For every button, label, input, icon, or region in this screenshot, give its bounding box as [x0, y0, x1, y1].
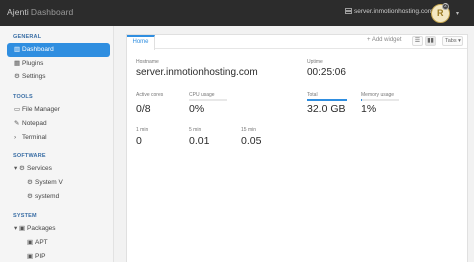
dashboard-panel: Home + Add widget ☰ ▮▮ Tabs ▾ Hostname s…: [126, 34, 468, 262]
folder-icon: ▭: [14, 106, 21, 113]
cpu-usage-bar: [189, 99, 227, 101]
hostname-value: server.inmotionhosting.com: [136, 67, 258, 78]
uptime-value: 00:25:06: [307, 67, 346, 78]
gear-icon: ⚙: [27, 179, 33, 186]
box-icon: ▣: [19, 225, 26, 232]
section-software: SOFTWARE: [13, 153, 46, 159]
top-bar: Ajenti Dashboard server.inmotionhosting.c…: [0, 0, 474, 26]
server-hostname-link[interactable]: server.inmotionhosting.com: [345, 8, 433, 15]
terminal-icon: ›: [14, 134, 17, 141]
load-1min-value: 0: [136, 135, 142, 147]
sidebar-item-packages[interactable]: ▾ ▣ Packages: [7, 222, 110, 236]
sidebar-item-label: APT: [35, 239, 48, 246]
memory-usage-label: Memory usage: [361, 92, 395, 98]
load-15min-label: 15 min: [241, 127, 257, 133]
total-bar: [307, 99, 347, 101]
section-tools: TOOLS: [13, 94, 33, 100]
sidebar-item-label: Terminal: [22, 134, 47, 141]
grid-view-icon[interactable]: ▮▮: [425, 36, 436, 46]
load-5min-value: 0.01: [189, 135, 210, 147]
app-brand[interactable]: Ajenti Dashboard: [7, 7, 73, 17]
sidebar-item-services[interactable]: ▾ ⚙ Services: [7, 162, 110, 176]
sidebar-item-notepad[interactable]: ✎ Notepad: [7, 117, 110, 131]
add-widget-button[interactable]: + Add widget: [367, 37, 402, 43]
load-1min-label: 1 min: [136, 127, 149, 133]
tabs-dropdown-label: Tabs: [445, 38, 457, 44]
sidebar-item-dashboard[interactable]: ▥ Dashboard: [7, 43, 110, 57]
active-cores-value: 0/8: [136, 103, 151, 115]
sidebar: GENERAL ▥ Dashboard ▦ Plugins ⚙ Settings TO…: [0, 26, 114, 262]
sidebar-item-label: Plugins: [22, 60, 44, 67]
plugins-icon: ▦: [14, 60, 21, 67]
section-general: GENERAL: [13, 34, 42, 40]
sidebar-item-pip[interactable]: ▣ PIP: [20, 250, 110, 262]
gear-icon: ⚙: [27, 193, 33, 200]
sidebar-item-apt[interactable]: ▣ APT: [20, 236, 110, 250]
sidebar-item-label: PIP: [35, 253, 46, 260]
hostname-label: Hostname: [136, 59, 159, 65]
cogs-icon: ⚙: [19, 165, 25, 172]
sidebar-item-terminal[interactable]: › Terminal: [7, 131, 110, 145]
total-bar-fill: [307, 99, 347, 101]
load-15min-value: 0.05: [241, 135, 262, 147]
sidebar-item-label: Packages: [27, 225, 56, 232]
memory-usage-bar: [361, 99, 399, 101]
memory-usage-value: 1%: [361, 103, 377, 115]
sidebar-item-label: systemd: [35, 193, 60, 200]
sidebar-item-system-v[interactable]: ⚙ System V: [20, 176, 110, 190]
avatar-letter: R: [437, 8, 444, 18]
section-system: SYSTEM: [13, 213, 37, 219]
sidebar-item-label: Settings: [22, 73, 46, 80]
server-icon: [345, 8, 352, 14]
chart-icon: ▥: [14, 46, 21, 53]
edit-icon: ✎: [14, 120, 20, 127]
brand-page: Dashboard: [30, 7, 74, 17]
total-label: Total: [307, 92, 318, 98]
box-icon: ▣: [27, 253, 34, 260]
sidebar-item-label: Dashboard: [22, 46, 54, 53]
sidebar-item-file-manager[interactable]: ▭ File Manager: [7, 103, 110, 117]
load-5min-label: 5 min: [189, 127, 202, 133]
uptime-label: Uptime: [307, 59, 323, 65]
cpu-usage-label: CPU usage: [189, 92, 215, 98]
chevron-down-icon[interactable]: ▾: [456, 10, 459, 17]
cpu-usage-value: 0%: [189, 103, 205, 115]
notification-badge[interactable]: 2: [442, 3, 449, 10]
sidebar-item-label: Services: [27, 165, 52, 172]
brand-name: Ajenti: [7, 7, 29, 17]
sidebar-item-settings[interactable]: ⚙ Settings: [7, 70, 110, 84]
tab-home[interactable]: Home: [127, 35, 155, 50]
sidebar-item-systemd[interactable]: ⚙ systemd: [20, 190, 110, 204]
list-view-icon[interactable]: ☰: [412, 36, 423, 46]
hostname-text: server.inmotionhosting.com: [354, 8, 434, 15]
total-value: 32.0 GB: [307, 103, 346, 115]
box-icon: ▣: [27, 239, 34, 246]
gear-icon: ⚙: [14, 73, 20, 80]
sidebar-item-label: File Manager: [22, 106, 60, 113]
sidebar-item-label: System V: [35, 179, 63, 186]
sidebar-item-label: Notepad: [22, 120, 47, 127]
sidebar-item-plugins[interactable]: ▦ Plugins: [7, 57, 110, 71]
tabs-dropdown[interactable]: Tabs ▾: [442, 36, 463, 46]
active-cores-label: Active cores: [136, 92, 164, 98]
